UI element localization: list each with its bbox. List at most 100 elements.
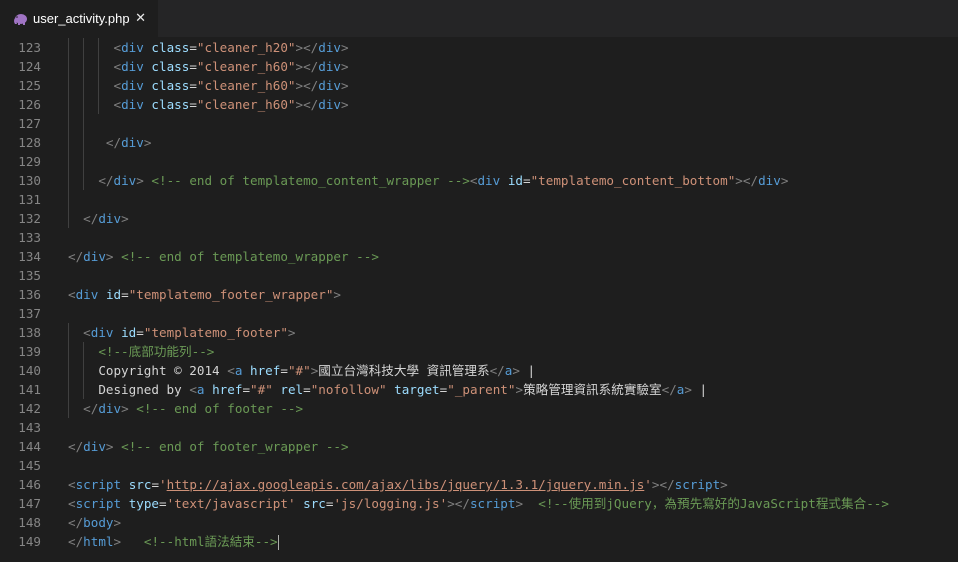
code-line[interactable]: 128 </div>	[0, 133, 958, 152]
code-line[interactable]: 139 <!--底部功能列-->	[0, 342, 958, 361]
code-token: </	[303, 97, 319, 112]
line-number: 124	[18, 59, 41, 74]
code-token: </	[303, 40, 319, 55]
code-token: div	[318, 97, 342, 112]
code-token: Copyright © 2014	[98, 363, 228, 378]
code-line[interactable]: 142 </div> <!-- end of footer -->	[0, 399, 958, 418]
code-token: >	[447, 496, 455, 511]
code-token: </	[68, 439, 84, 454]
code-token: div	[83, 439, 106, 454]
code-line[interactable]: 129	[0, 152, 958, 171]
code-token: script	[75, 477, 122, 492]
code-token: script	[469, 496, 516, 511]
code-line[interactable]: 149 </html> <!--html語法結束-->	[0, 532, 958, 551]
line-number: 145	[18, 458, 41, 473]
code-token: div	[75, 287, 99, 302]
code-line[interactable]: 136 <div id="templatemo_footer_wrapper">	[0, 285, 958, 304]
tab-user-activity[interactable]: user_activity.php ✕	[0, 0, 158, 37]
code-text: </div> <!-- end of footer_wrapper -->	[68, 437, 349, 456]
code-token: 策略管理資訊系統實驗室	[523, 382, 662, 397]
code-token: </	[661, 382, 677, 397]
code-line[interactable]: 125 <div class="cleaner_h60"></div>	[0, 76, 958, 95]
code-line[interactable]: 134 </div> <!-- end of templatemo_wrapper…	[0, 247, 958, 266]
line-number: 123	[18, 40, 41, 55]
code-token: =	[189, 40, 197, 55]
code-line[interactable]: 126 <div class="cleaner_h60"></div>	[0, 95, 958, 114]
code-token: <	[113, 97, 122, 112]
code-token: a	[196, 382, 205, 397]
code-text: </html> <!--html語法結束-->	[68, 532, 279, 551]
code-token: 'text/javascript'	[166, 496, 296, 511]
code-text: <script src='http://ajax.googleapis.com/…	[68, 475, 728, 494]
code-token: <	[113, 59, 122, 74]
code-token: </	[68, 534, 84, 549]
code-line[interactable]: 138 <div id="templatemo_footer">	[0, 323, 958, 342]
line-number: 137	[18, 306, 41, 321]
code-token: =	[189, 59, 197, 74]
code-token: div	[113, 173, 137, 188]
code-token: >	[684, 382, 692, 397]
code-line[interactable]: 147 <script type='text/javascript' src='j…	[0, 494, 958, 513]
code-token: div	[121, 59, 144, 74]
code-line[interactable]: 124 <div class="cleaner_h60"></div>	[0, 57, 958, 76]
code-token: |	[691, 382, 708, 397]
code-token: =	[159, 496, 167, 511]
code-line[interactable]: 135	[0, 266, 958, 285]
code-token: >	[295, 78, 304, 93]
code-line[interactable]: 133	[0, 228, 958, 247]
code-token: <!-- end of templatemo_wrapper -->	[121, 249, 379, 264]
code-line[interactable]: 130 </div> <!-- end of templatemo_content…	[0, 171, 958, 190]
code-token: type	[128, 496, 160, 511]
code-token: =	[151, 477, 160, 492]
code-token: "cleaner_h60"	[196, 97, 296, 112]
code-line[interactable]: 140 Copyright © 2014 <a href="#">國立台灣科技大學…	[0, 361, 958, 380]
code-line[interactable]: 132 </div>	[0, 209, 958, 228]
code-token: >	[295, 97, 304, 112]
code-token: =	[189, 78, 197, 93]
code-line[interactable]: 131	[0, 190, 958, 209]
line-number: 135	[18, 268, 41, 283]
line-number: 133	[18, 230, 41, 245]
code-line[interactable]: 143	[0, 418, 958, 437]
code-editor[interactable]: 123 <div class="cleaner_h20"></div> 124 <di…	[0, 37, 958, 562]
line-number: 148	[18, 515, 41, 530]
code-line[interactable]: 137	[0, 304, 958, 323]
code-line[interactable]: 127	[0, 114, 958, 133]
code-line[interactable]: 144 </div> <!-- end of footer_wrapper -->	[0, 437, 958, 456]
code-line[interactable]: 145	[0, 456, 958, 475]
code-line[interactable]: 123 <div class="cleaner_h20"></div>	[0, 38, 958, 57]
code-token: "_parent"	[447, 382, 516, 397]
code-token: >	[295, 40, 304, 55]
indent-guide	[68, 323, 69, 418]
code-line[interactable]: 141 Designed by <a href="#" rel="nofollow…	[0, 380, 958, 399]
code-token: body	[83, 515, 114, 530]
code-token: "cleaner_h60"	[196, 78, 296, 93]
code-token: </	[83, 211, 99, 226]
code-token: div	[318, 78, 342, 93]
code-token: div	[121, 135, 144, 150]
code-token: 國立台灣科技大學 資訊管理系	[318, 363, 490, 378]
code-token: <!--html語法結束-->	[143, 534, 278, 549]
code-token: div	[98, 401, 122, 416]
code-token: </	[105, 135, 122, 150]
code-token: src	[128, 477, 152, 492]
code-token: =	[303, 382, 311, 397]
code-text: Designed by <a href="#" rel="nofollow" t…	[98, 380, 707, 399]
line-number: 138	[18, 325, 41, 340]
code-token: <	[68, 477, 76, 492]
code-token: =	[136, 325, 144, 340]
code-token: |	[519, 363, 536, 378]
code-line[interactable]: 146 <script src='http://ajax.googleapis.c…	[0, 475, 958, 494]
code-token: "templatemo_footer"	[143, 325, 288, 340]
line-number: 139	[18, 344, 41, 359]
code-token: <	[113, 78, 122, 93]
code-token: >	[341, 97, 349, 112]
close-icon[interactable]: ✕	[135, 11, 146, 26]
tab-filename: user_activity.php	[33, 11, 130, 26]
code-token: </	[659, 477, 675, 492]
code-line[interactable]: 148 </body>	[0, 513, 958, 532]
